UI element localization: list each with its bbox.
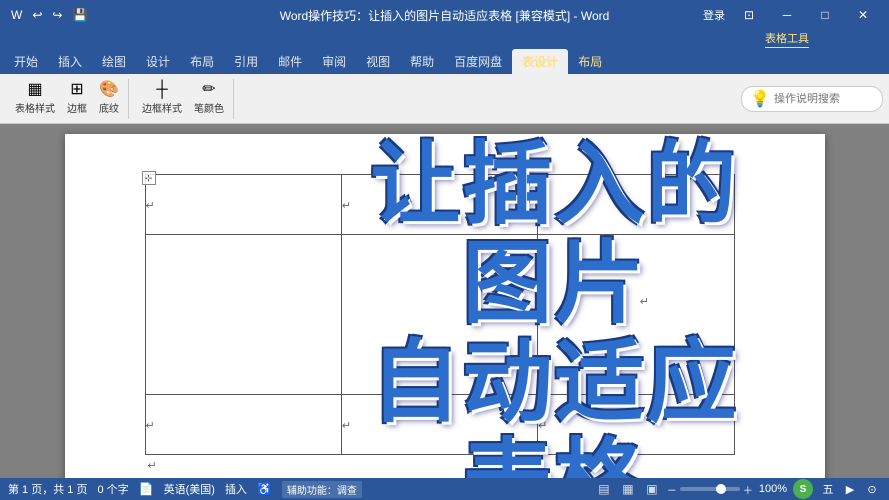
borders-button[interactable]: ⊞ 边框 bbox=[62, 80, 92, 117]
track-icon: 📄 bbox=[139, 482, 154, 496]
undo-icon[interactable]: ↩ bbox=[29, 6, 45, 24]
bulb-icon: 💡 bbox=[750, 89, 770, 109]
border-styles-button[interactable]: ┼ 边框样式 bbox=[137, 80, 187, 117]
tab-mailings[interactable]: 邮件 bbox=[268, 49, 312, 74]
pen-color-button[interactable]: ✏ 笔颜色 bbox=[189, 80, 229, 117]
minimize-button[interactable]: ─ bbox=[769, 3, 805, 27]
page-count: 第 1 页，共 1 页 bbox=[8, 481, 87, 497]
cell-return-icon: ↵ bbox=[538, 420, 547, 432]
tab-help[interactable]: 帮助 bbox=[400, 49, 444, 74]
ribbon-toolbar: ▦ 表格样式 ⊞ 边框 🎨 底纹 ┼ 边框样式 ✏ 笔颜色 💡 bbox=[0, 74, 889, 124]
taskbar-icon-2[interactable]: ▶ bbox=[841, 480, 859, 498]
taskbar-icons: 五 ▶ ⊙ bbox=[819, 480, 881, 498]
tab-draw[interactable]: 绘图 bbox=[92, 49, 136, 74]
status-bar: 第 1 页，共 1 页 0 个字 📄 英语(美国) 插入 ♿ 辅助功能：调查 ▤… bbox=[0, 478, 889, 500]
cell-return-icon: ↵ bbox=[538, 200, 547, 212]
ribbon-group-1: ▦ 表格样式 ⊞ 边框 🎨 底纹 bbox=[6, 79, 129, 119]
table-cell[interactable]: ↵ bbox=[538, 395, 734, 455]
table-cell[interactable] bbox=[145, 235, 341, 395]
shading-button[interactable]: 🎨 底纹 bbox=[94, 80, 124, 117]
read-mode-button[interactable]: ▣ bbox=[643, 481, 661, 497]
tab-references[interactable]: 引用 bbox=[224, 49, 268, 74]
status-right: ▤ ▦ ▣ － ＋ 100% S 五 ▶ ⊙ bbox=[595, 479, 881, 499]
help-search-box[interactable]: 💡 bbox=[741, 86, 883, 112]
cell-return-icon: ↵ bbox=[342, 420, 351, 432]
table-cell[interactable]: ↵ bbox=[145, 175, 341, 235]
redo-icon[interactable]: ↪ bbox=[49, 6, 65, 24]
tab-design[interactable]: 设计 bbox=[136, 49, 180, 74]
web-layout-button[interactable]: ▦ bbox=[619, 481, 637, 497]
status-left: 第 1 页，共 1 页 0 个字 📄 英语(美国) 插入 ♿ 辅助功能：调查 bbox=[8, 481, 362, 498]
insert-mode[interactable]: 插入 bbox=[225, 481, 247, 497]
tab-home[interactable]: 开始 bbox=[4, 49, 48, 74]
cell-return-icon: ↵ bbox=[146, 420, 155, 432]
close-button[interactable]: ✕ bbox=[845, 3, 881, 27]
zoom-percent[interactable]: 100% bbox=[759, 483, 787, 495]
taskbar-icon-3[interactable]: ⊙ bbox=[863, 480, 881, 498]
zoom-track[interactable] bbox=[680, 487, 740, 491]
table-cell[interactable]: ↵ bbox=[538, 175, 734, 235]
screenshot-button[interactable]: ⊡ bbox=[731, 3, 767, 27]
save-icon[interactable]: 💾 bbox=[69, 6, 90, 24]
window-controls: 登录 ⊡ ─ □ ✕ bbox=[699, 3, 881, 27]
tab-table-layout[interactable]: 布局 bbox=[568, 49, 612, 74]
paragraph-return-icon: ↵ bbox=[148, 459, 157, 472]
tab-view[interactable]: 视图 bbox=[356, 49, 400, 74]
zoom-out-icon[interactable]: － bbox=[667, 482, 677, 497]
maximize-button[interactable]: □ bbox=[807, 3, 843, 27]
document-page: ↵ ↵ ↵ ↵ ↵ ↵ bbox=[65, 134, 825, 478]
word-icon: W bbox=[8, 6, 25, 24]
ribbon-group-2: ┼ 边框样式 ✏ 笔颜色 bbox=[133, 79, 234, 119]
word-count: 0 个字 bbox=[97, 481, 128, 497]
tab-review[interactable]: 审阅 bbox=[312, 49, 356, 74]
cell-return-icon: ↵ bbox=[640, 295, 649, 308]
table-cell[interactable]: ↵ bbox=[538, 235, 734, 395]
contextual-group-label: 表格工具 bbox=[765, 30, 809, 49]
print-layout-button[interactable]: ▤ bbox=[595, 481, 613, 497]
document-table[interactable]: ↵ ↵ ↵ ↵ ↵ ↵ bbox=[145, 174, 735, 455]
table-cell[interactable]: ↵ bbox=[341, 175, 537, 235]
zoom-slider[interactable]: － ＋ bbox=[667, 482, 753, 497]
table-styles-button[interactable]: ▦ 表格样式 bbox=[10, 80, 60, 117]
title-bar: W ↩ ↪ 💾 Word操作技巧：让插入的图片自动适应表格 [兼容模式] - W… bbox=[0, 0, 889, 30]
zoom-in-icon[interactable]: ＋ bbox=[743, 482, 753, 497]
tab-baidu[interactable]: 百度网盘 bbox=[444, 49, 512, 74]
cell-return-icon: ↵ bbox=[146, 200, 155, 212]
tab-table-design[interactable]: 表设计 bbox=[512, 49, 568, 74]
tab-layout[interactable]: 布局 bbox=[180, 49, 224, 74]
table-move-handle[interactable]: ⊹ bbox=[142, 171, 156, 185]
ribbon-tabs: 开始 插入 绘图 设计 布局 引用 邮件 审阅 视图 帮助 百度网盘 表设计 布… bbox=[0, 48, 889, 74]
cell-return-icon: ↵ bbox=[342, 200, 351, 212]
taskbar-icon-1[interactable]: 五 bbox=[819, 480, 837, 498]
soda-logo: S bbox=[793, 479, 813, 499]
quick-access-toolbar: W ↩ ↪ 💾 bbox=[8, 6, 90, 24]
table-cell[interactable]: ↵ bbox=[145, 395, 341, 455]
document-area: ↵ ↵ ↵ ↵ ↵ ↵ bbox=[0, 124, 889, 478]
zoom-thumb[interactable] bbox=[716, 484, 726, 494]
language-label[interactable]: 英语(美国) bbox=[164, 481, 215, 497]
accessibility-icon: ♿ bbox=[257, 482, 272, 496]
tab-insert[interactable]: 插入 bbox=[48, 49, 92, 74]
window-title: Word操作技巧：让插入的图片自动适应表格 [兼容模式] - Word bbox=[280, 7, 610, 24]
table-cell[interactable]: ↵ bbox=[341, 395, 537, 455]
table-cell[interactable] bbox=[341, 235, 537, 395]
login-button[interactable]: 登录 bbox=[699, 5, 729, 25]
accessibility-button[interactable]: 辅助功能：调查 bbox=[282, 481, 362, 498]
help-search-input[interactable] bbox=[774, 93, 874, 105]
